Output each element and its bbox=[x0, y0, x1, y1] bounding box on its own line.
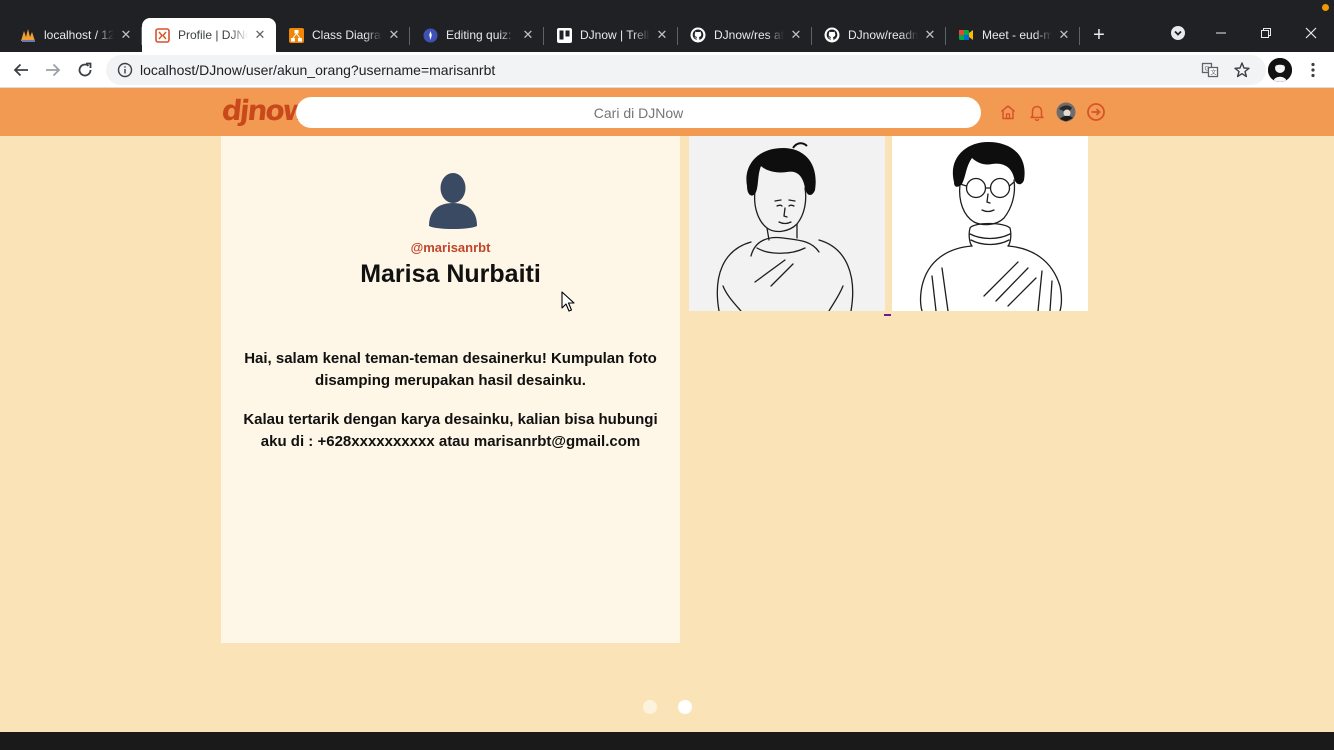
tab-separator bbox=[1079, 27, 1080, 45]
google-meet-icon bbox=[958, 27, 974, 43]
url-text[interactable]: localhost/DJnow/user/akun_orang?username… bbox=[140, 62, 495, 78]
gallery-image[interactable] bbox=[892, 136, 1088, 311]
close-window-button[interactable] bbox=[1298, 18, 1324, 48]
gallery-image[interactable] bbox=[689, 136, 885, 311]
profile-card: @marisanrbt Marisa Nurbaiti Hai, salam k… bbox=[221, 136, 680, 643]
home-button[interactable] bbox=[998, 102, 1018, 122]
tab-title: localhost / 127.0.0.1 bbox=[44, 28, 114, 42]
reload-icon bbox=[78, 62, 92, 77]
close-icon bbox=[1305, 27, 1317, 39]
quiz-icon bbox=[422, 27, 438, 43]
page-content: djnow Cari di DJNow @marisanrbt Marisa N… bbox=[0, 88, 1334, 732]
restore-button[interactable] bbox=[1253, 18, 1279, 48]
bell-icon bbox=[1030, 105, 1044, 121]
tab-trello[interactable]: DJnow | Trello ✕ bbox=[544, 18, 678, 52]
tab-phpmyadmin[interactable]: localhost / 127.0.0.1 ✕ bbox=[8, 18, 142, 52]
profile-picture-icon bbox=[1056, 102, 1076, 122]
mouse-cursor-icon bbox=[561, 291, 575, 312]
tab-close-icon[interactable]: ✕ bbox=[1056, 27, 1072, 43]
browser-menu-button[interactable] bbox=[1299, 56, 1327, 84]
address-bar[interactable]: localhost/DJnow/user/akun_orang?username… bbox=[106, 55, 1266, 85]
translate-button[interactable]: G文 bbox=[1196, 56, 1224, 84]
browser-tab-strip: localhost / 127.0.0.1 ✕ Profile | DJNow … bbox=[0, 0, 1334, 52]
tab-title: Class Diagram bbox=[312, 28, 382, 42]
djnow-favicon-icon bbox=[154, 27, 170, 43]
profile-full-name: Marisa Nurbaiti bbox=[360, 260, 541, 288]
svg-text:文: 文 bbox=[1211, 69, 1217, 77]
profile-bio: Hai, salam kenal teman-teman desainerku!… bbox=[235, 348, 666, 470]
profile-avatar-button[interactable] bbox=[1268, 58, 1292, 82]
portrait-illustration bbox=[919, 142, 1063, 311]
tab-class-diagram[interactable]: Class Diagram ✕ bbox=[276, 18, 410, 52]
recording-indicator bbox=[1322, 4, 1329, 11]
logout-icon bbox=[1087, 103, 1105, 121]
tab-close-icon[interactable]: ✕ bbox=[118, 27, 134, 43]
tab-search-button[interactable] bbox=[1166, 18, 1190, 48]
tab-search-icon bbox=[1171, 26, 1185, 40]
new-tab-button[interactable]: + bbox=[1084, 18, 1114, 52]
tab-list: localhost / 127.0.0.1 ✕ Profile | DJNow … bbox=[8, 18, 1114, 52]
site-search-input[interactable]: Cari di DJNow bbox=[296, 97, 981, 128]
tab-github-readme[interactable]: DJnow/readme ✕ bbox=[812, 18, 946, 52]
tab-title: Meet - eud-mvp bbox=[982, 28, 1052, 42]
tab-google-meet[interactable]: Meet - eud-mvp ✕ bbox=[946, 18, 1080, 52]
portrait-illustration bbox=[716, 142, 854, 311]
minimize-button[interactable] bbox=[1208, 18, 1234, 48]
browser-toolbar: localhost/DJnow/user/akun_orang?username… bbox=[0, 52, 1334, 88]
logout-button[interactable] bbox=[1086, 102, 1106, 122]
forward-button[interactable] bbox=[39, 56, 67, 84]
bookmark-button[interactable] bbox=[1228, 56, 1256, 84]
user-avatar-icon bbox=[1268, 58, 1292, 82]
back-button[interactable] bbox=[7, 56, 35, 84]
carousel-dot-2-active[interactable] bbox=[678, 700, 692, 714]
tab-title: DJnow | Trello bbox=[580, 28, 650, 42]
restore-icon bbox=[1261, 28, 1271, 38]
user-profile-button[interactable] bbox=[1056, 102, 1076, 122]
default-avatar-icon bbox=[425, 170, 481, 230]
taskbar-strip bbox=[0, 732, 1334, 750]
tab-close-icon[interactable]: ✕ bbox=[922, 27, 938, 43]
bio-paragraph: Hai, salam kenal teman-teman desainerku!… bbox=[244, 350, 657, 389]
forward-arrow-icon bbox=[46, 63, 61, 77]
site-navbar: djnow Cari di DJNow bbox=[0, 88, 1334, 136]
github-icon bbox=[690, 27, 706, 43]
phpmyadmin-icon bbox=[20, 27, 36, 43]
notifications-button[interactable] bbox=[1027, 102, 1047, 122]
home-icon bbox=[1001, 105, 1015, 120]
kebab-menu-icon bbox=[1311, 62, 1315, 78]
drawio-icon bbox=[288, 27, 304, 43]
tab-close-icon[interactable]: ✕ bbox=[252, 27, 268, 43]
tab-close-icon[interactable]: ✕ bbox=[788, 27, 804, 43]
reload-button[interactable] bbox=[71, 56, 99, 84]
tab-title: DJnow/res at main bbox=[714, 28, 784, 42]
translate-icon: G文 bbox=[1201, 62, 1219, 78]
tab-close-icon[interactable]: ✕ bbox=[654, 27, 670, 43]
bio-paragraph: Kalau tertarik dengan karya desainku, ka… bbox=[243, 411, 658, 450]
tab-title: Editing quiz: Kuis bbox=[446, 28, 516, 42]
tab-profile-djnow[interactable]: Profile | DJNow ✕ bbox=[142, 18, 276, 52]
profile-username: @marisanrbt bbox=[410, 240, 491, 255]
trello-icon bbox=[556, 27, 572, 43]
carousel-dot-1[interactable] bbox=[643, 700, 657, 714]
github-icon bbox=[824, 27, 840, 43]
selection-marker bbox=[884, 314, 891, 316]
tab-title: Profile | DJNow bbox=[178, 28, 248, 42]
tab-close-icon[interactable]: ✕ bbox=[386, 27, 402, 43]
tab-title: DJnow/readme bbox=[848, 28, 918, 42]
minimize-icon bbox=[1216, 32, 1226, 34]
star-icon bbox=[1234, 62, 1250, 78]
site-info-icon[interactable] bbox=[110, 62, 140, 78]
tab-editing-quiz[interactable]: Editing quiz: Kuis ✕ bbox=[410, 18, 544, 52]
back-arrow-icon bbox=[13, 63, 28, 77]
tab-close-icon[interactable]: ✕ bbox=[520, 27, 536, 43]
tab-github-res[interactable]: DJnow/res at main ✕ bbox=[678, 18, 812, 52]
svg-text:G: G bbox=[1205, 66, 1210, 73]
